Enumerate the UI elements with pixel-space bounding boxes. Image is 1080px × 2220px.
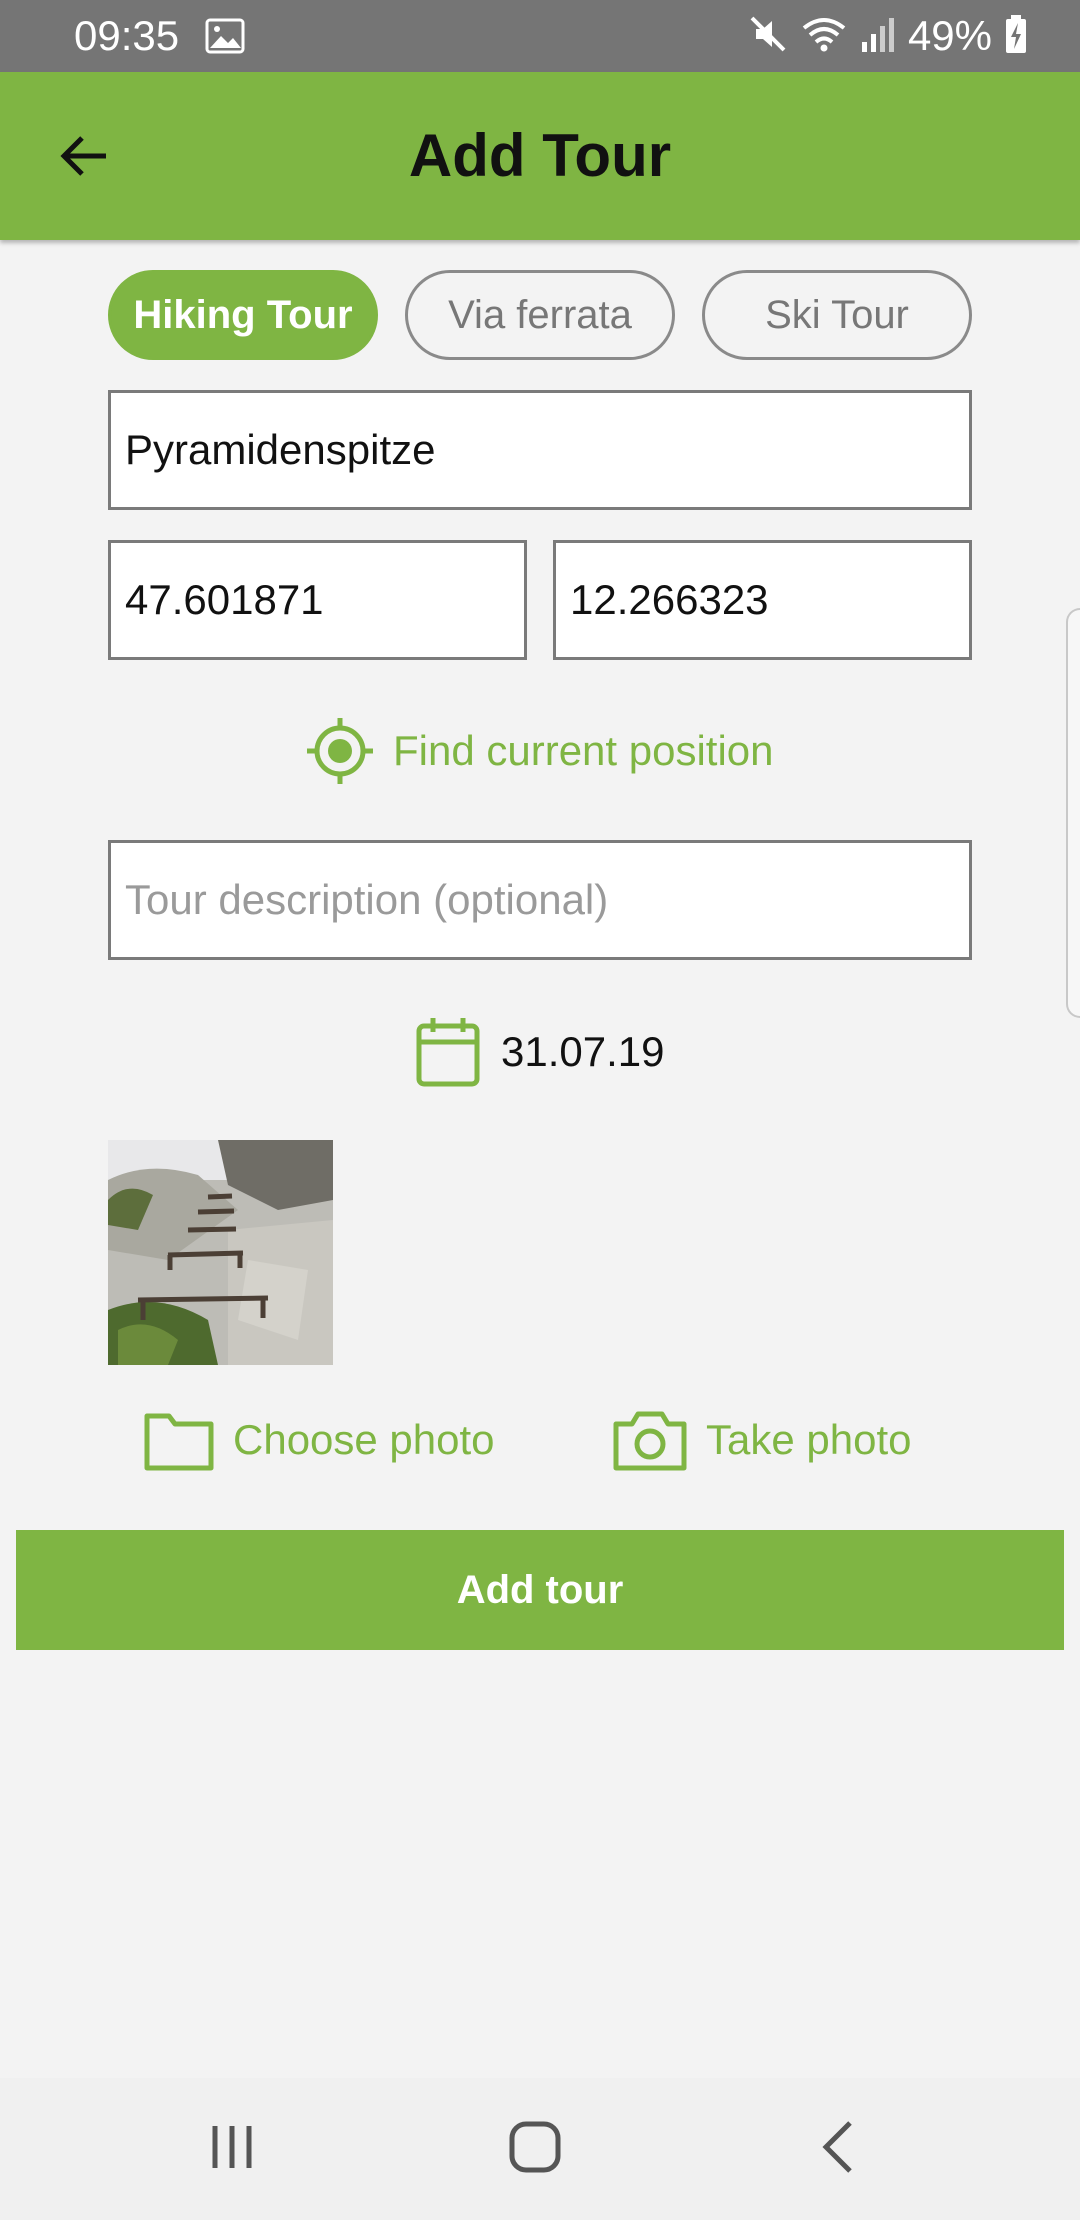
signal-icon	[860, 14, 896, 59]
choose-photo-label: Choose photo	[233, 1416, 495, 1463]
add-tour-button[interactable]: Add tour	[16, 1530, 1064, 1650]
battery-charging-icon	[1004, 14, 1028, 59]
recent-apps-button[interactable]	[182, 2102, 282, 2192]
wifi-icon	[800, 14, 848, 59]
recent-apps-icon	[212, 2126, 252, 2168]
take-photo-button[interactable]: Take photo	[612, 1405, 912, 1475]
date-picker[interactable]: 31.07.19	[415, 1012, 665, 1092]
home-icon	[509, 2121, 561, 2173]
side-panel-handle[interactable]	[1066, 608, 1080, 1018]
calendar-icon	[416, 1018, 480, 1087]
find-position-button[interactable]: Find current position	[305, 715, 774, 787]
chevron-left-icon	[822, 2121, 852, 2173]
status-bar: 09:35 49%	[0, 0, 1080, 72]
status-icons: 49%	[748, 12, 1028, 60]
folder-icon	[144, 1413, 214, 1471]
home-button[interactable]	[485, 2102, 585, 2192]
choose-photo-button[interactable]: Choose photo	[143, 1405, 495, 1475]
photo-thumbnail[interactable]	[108, 1140, 333, 1365]
back-button[interactable]	[48, 120, 120, 192]
page-title: Add Tour	[408, 122, 672, 189]
chip-hiking-tour[interactable]: Hiking Tour	[108, 270, 378, 360]
battery-percentage: 49%	[907, 12, 992, 59]
tour-description-input[interactable]: Tour description (optional)	[108, 840, 972, 960]
arrow-left-icon	[60, 136, 106, 176]
image-notification-icon	[205, 18, 245, 54]
tour-name-input[interactable]: Pyramidenspitze	[108, 390, 972, 510]
take-photo-label: Take photo	[706, 1416, 912, 1463]
gps-target-icon	[307, 718, 373, 784]
longitude-input[interactable]: 12.266323	[553, 540, 972, 660]
latitude-input[interactable]: 47.601871	[108, 540, 527, 660]
date-value: 31.07.19	[501, 1028, 665, 1075]
status-time: 09:35	[74, 12, 180, 59]
chip-via-ferrata[interactable]: Via ferrata	[405, 270, 675, 360]
app-bar: Add Tour	[0, 72, 1080, 240]
camera-icon	[613, 1411, 687, 1471]
system-back-button[interactable]	[788, 2102, 888, 2192]
find-position-label: Find current position	[393, 727, 774, 774]
system-nav-bar	[0, 2078, 1080, 2220]
chip-ski-tour[interactable]: Ski Tour	[702, 270, 972, 360]
mute-icon	[748, 14, 788, 59]
